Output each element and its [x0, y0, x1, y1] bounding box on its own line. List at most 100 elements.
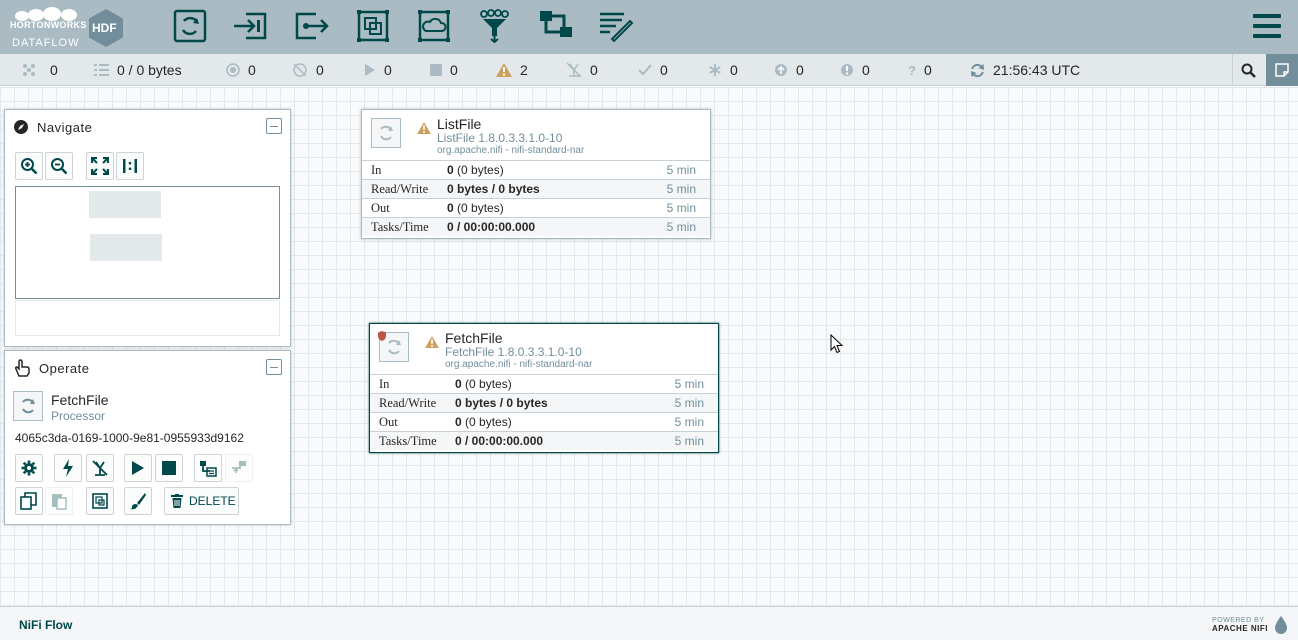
bulletin-board-button[interactable] — [1266, 54, 1298, 86]
queued-count: 0 / 0 bytes — [117, 62, 182, 78]
processor-tool[interactable] — [172, 8, 208, 44]
hdf-badge-text: HDF — [92, 21, 117, 35]
processor-name: FetchFile — [445, 330, 503, 346]
disabled-icon — [92, 460, 108, 476]
warning-icon[interactable] — [417, 122, 431, 134]
up-to-date-status: 0 — [638, 54, 668, 86]
operate-title: Operate — [39, 360, 90, 376]
play-icon — [132, 461, 144, 475]
output-port-tool[interactable] — [294, 8, 330, 44]
queued-status: 0 / 0 bytes — [94, 54, 182, 86]
upload-template-button[interactable] — [225, 454, 253, 482]
sticky-note-icon — [1275, 63, 1289, 77]
change-color-button[interactable] — [124, 487, 152, 515]
funnel-icon — [480, 9, 509, 43]
disabled-icon — [566, 62, 582, 78]
hand-pointer-icon — [14, 359, 30, 377]
hdf-logo: HORTONWORKS DATAFLOW HDF — [8, 4, 128, 50]
processor-bundle: org.apache.nifi - nifi-standard-nar — [437, 145, 585, 156]
processor-bundle: org.apache.nifi - nifi-standard-nar — [445, 359, 593, 370]
processor-fetchfile[interactable]: FetchFile FetchFile 1.8.0.3.3.1.0-10 org… — [369, 323, 719, 453]
zoom-in-button[interactable] — [15, 152, 43, 180]
label-tool[interactable] — [598, 8, 634, 44]
navigate-title: Navigate — [37, 119, 93, 135]
processor-listfile[interactable]: ListFile ListFile 1.8.0.3.3.1.0-10 org.a… — [361, 109, 711, 239]
operate-header[interactable]: Operate — [5, 351, 290, 385]
navigate-collapse-button[interactable] — [266, 118, 282, 134]
lightning-icon — [63, 459, 73, 477]
stale-status: 0 — [774, 54, 804, 86]
selected-component-type: Processor — [51, 409, 106, 423]
enable-button[interactable] — [54, 454, 82, 482]
unknown-status: ? 0 — [908, 54, 932, 86]
active-threads-icon — [23, 64, 35, 76]
running-status: 0 — [364, 54, 392, 86]
birdseye-view[interactable] — [15, 186, 280, 299]
zoom-out-icon — [51, 158, 68, 175]
check-icon — [638, 64, 652, 76]
navigate-header[interactable]: Navigate — [5, 110, 290, 144]
zoom-out-button[interactable] — [45, 152, 73, 180]
upload-template-icon — [232, 461, 246, 473]
app-header: HORTONWORKS DATAFLOW HDF — [0, 0, 1298, 54]
stats-row-out: Out 0 (0 bytes) 5 min — [362, 198, 710, 217]
create-template-button[interactable] — [194, 454, 222, 482]
actual-size-button[interactable] — [116, 152, 144, 180]
global-menu-button[interactable] — [1252, 12, 1282, 40]
remote-process-group-tool[interactable] — [416, 8, 452, 44]
warning-icon[interactable] — [425, 336, 439, 348]
refresh-icon[interactable] — [970, 63, 985, 78]
template-icon — [200, 461, 217, 477]
search-button[interactable] — [1232, 54, 1264, 86]
processor-type: ListFile 1.8.0.3.3.1.0-10 — [437, 131, 563, 145]
paste-icon — [52, 494, 67, 510]
running-count: 0 — [384, 62, 392, 78]
sync-failure-count: 0 — [862, 62, 870, 78]
processor-icon — [22, 398, 35, 414]
copy-icon — [20, 492, 37, 510]
transmitting-status: 0 — [226, 54, 256, 86]
locally-modified-count: 0 — [730, 62, 738, 78]
stats-row-in: In 0 (0 bytes) 5 min — [362, 160, 710, 179]
play-icon — [365, 64, 375, 76]
output-port-icon — [295, 12, 329, 40]
disabled-status: 0 — [566, 54, 598, 86]
selected-component-id: 4065c3da-0169-1000-9e81-0955933d9162 — [15, 431, 244, 445]
template-tool[interactable] — [538, 8, 574, 44]
delete-button[interactable]: DELETE — [164, 487, 239, 515]
paste-button[interactable] — [45, 487, 73, 515]
operate-collapse-button[interactable] — [266, 359, 282, 375]
fit-to-screen-button[interactable] — [86, 152, 114, 180]
processor-name: ListFile — [437, 116, 482, 132]
asterisk-icon — [709, 64, 721, 76]
stats-row-read-write: Read/Write 0 bytes / 0 bytes 5 min — [362, 179, 710, 198]
funnel-tool[interactable] — [476, 8, 512, 44]
birdseye-fetchfile — [90, 234, 162, 261]
configure-button[interactable] — [15, 454, 43, 482]
powered-by: POWERED BY APACHE NIFI — [1211, 617, 1268, 633]
copy-button[interactable] — [15, 487, 43, 515]
warning-icon — [496, 63, 512, 77]
sync-failure-status: 0 — [840, 54, 870, 86]
stop-button[interactable] — [155, 454, 183, 482]
disable-button[interactable] — [86, 454, 114, 482]
delete-label: DELETE — [189, 494, 236, 508]
not-transmitting-status: 0 — [292, 54, 324, 86]
list-icon — [94, 64, 109, 76]
actual-size-icon — [123, 159, 137, 173]
process-group-icon — [357, 10, 389, 42]
transmitting-count: 0 — [248, 62, 256, 78]
group-button[interactable] — [86, 487, 114, 515]
processor-icon — [388, 339, 401, 355]
not-transmitting-icon — [293, 63, 307, 77]
breadcrumb-root[interactable]: NiFi Flow — [19, 618, 72, 632]
search-icon — [1241, 63, 1256, 78]
stop-icon — [162, 461, 176, 475]
remote-process-group-icon — [418, 10, 450, 42]
stopped-count: 0 — [450, 62, 458, 78]
refresh-status[interactable]: 21:56:43 UTC — [970, 54, 1080, 86]
input-port-tool[interactable] — [232, 8, 268, 44]
paintbrush-icon — [130, 493, 146, 510]
process-group-tool[interactable] — [355, 8, 391, 44]
start-button[interactable] — [124, 454, 152, 482]
